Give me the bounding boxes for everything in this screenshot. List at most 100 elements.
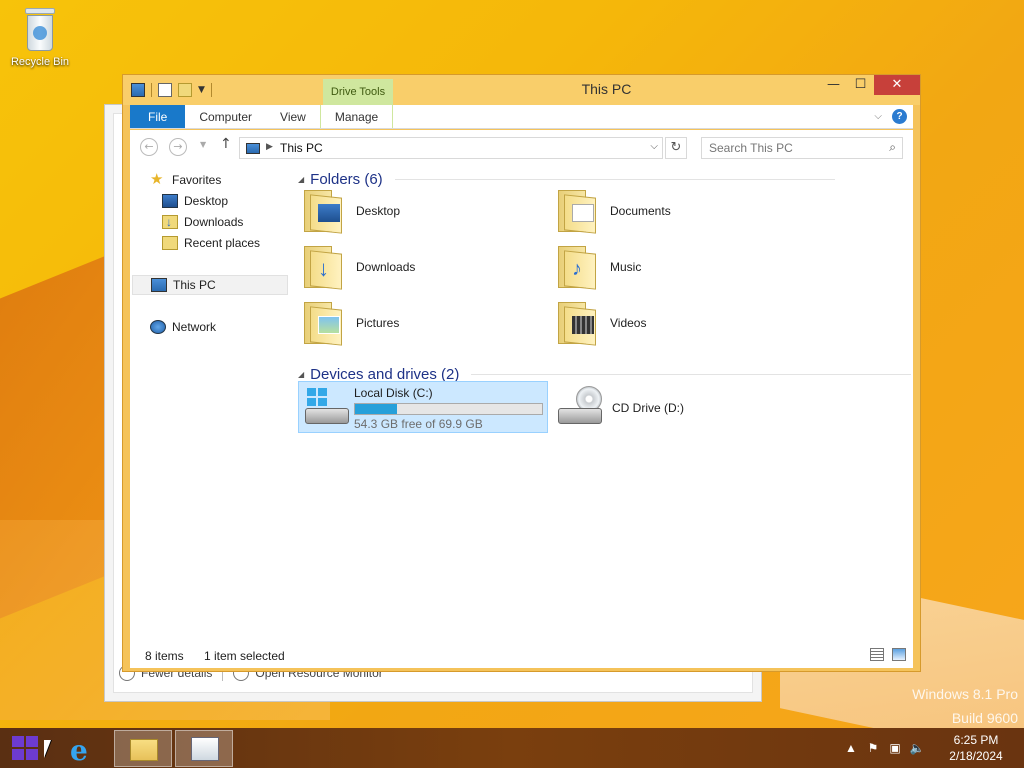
drive-free-space: 54.3 GB free of 69.9 GB: [354, 417, 483, 431]
collapse-icon[interactable]: ◢: [298, 370, 304, 379]
pictures-folder-icon: [304, 300, 344, 346]
desktop-folder-icon: [304, 188, 344, 234]
folder-label: Downloads: [356, 260, 416, 274]
recycle-bin-shortcut[interactable]: Recycle Bin: [6, 6, 74, 68]
action-center-flag-icon[interactable]: ⚑: [862, 741, 884, 755]
cd-drive-icon: [556, 386, 604, 430]
collapse-icon[interactable]: ◢: [298, 175, 304, 184]
item-count: 8 items: [145, 649, 184, 663]
up-button[interactable]: ↑: [220, 136, 232, 152]
sidebar-item-label: Favorites: [172, 173, 222, 187]
clock[interactable]: 6:25 PM 2/18/2024: [928, 732, 1024, 764]
folder-label: Desktop: [356, 204, 401, 218]
network-status-icon[interactable]: ▣: [884, 741, 906, 755]
details-view-icon[interactable]: [870, 648, 884, 661]
mouse-cursor-icon: [44, 740, 51, 758]
ribbon-right-controls: ⌵ ?: [874, 109, 907, 124]
search-icon[interactable]: ⌕: [889, 140, 896, 155]
title-bar[interactable]: ▼ Drive Tools This PC — ☐ ✕: [123, 75, 920, 105]
sidebar-item-recent-places[interactable]: Recent places: [162, 233, 260, 253]
sidebar-item-label: Desktop: [184, 194, 229, 208]
recent-places-icon: [162, 236, 178, 250]
window-title: This PC: [581, 81, 632, 97]
clock-time: 6:25 PM: [953, 733, 999, 747]
downloads-folder-icon: ↓: [304, 244, 344, 290]
file-list: ◢ Folders (6) Desktop Documents ↓ Downlo…: [290, 164, 913, 644]
drive-usage-bar: [354, 403, 543, 415]
navigation-bar: ← → ▼ ↑ ▶ This PC ⌵ ↻ ⌕: [130, 130, 913, 164]
folder-label: Pictures: [356, 316, 400, 330]
internet-explorer-icon: e: [70, 734, 88, 767]
start-button[interactable]: [0, 728, 50, 768]
task-manager-icon: [191, 737, 219, 761]
drive-usage-fill: [355, 404, 397, 414]
folders-group-header[interactable]: ◢ Folders (6): [298, 169, 835, 189]
window-controls: — ☐ ✕: [820, 75, 920, 95]
recent-locations-icon[interactable]: ▼: [200, 140, 206, 149]
tab-file[interactable]: File: [130, 105, 186, 128]
taskbar-task-manager[interactable]: [175, 730, 233, 767]
search-box[interactable]: ⌕: [701, 137, 903, 159]
group-title: Folders (6): [310, 170, 383, 188]
drive-cd-d[interactable]: CD Drive (D:): [556, 386, 684, 430]
sidebar-item-downloads[interactable]: Downloads: [162, 212, 243, 232]
group-title: Devices and drives (2): [310, 365, 460, 383]
help-icon[interactable]: ?: [892, 109, 907, 124]
clock-date: 2/18/2024: [949, 749, 1003, 763]
content-area: ★ Favorites Desktop Downloads Recent pla…: [130, 164, 913, 644]
sidebar-item-label: Downloads: [184, 215, 244, 229]
folder-downloads[interactable]: ↓ Downloads: [304, 244, 415, 290]
recycle-bin-label: Recycle Bin: [10, 56, 70, 68]
back-button[interactable]: ←: [140, 138, 158, 156]
taskbar: e ▲ ⚑ ▣ 🔈 6:25 PM 2/18/2024: [0, 728, 1024, 768]
minimize-button[interactable]: —: [820, 75, 847, 95]
sidebar-item-favorites[interactable]: ★ Favorites: [150, 170, 221, 190]
close-button[interactable]: ✕: [874, 75, 920, 95]
sidebar-item-label: Network: [172, 320, 217, 334]
local-disk-icon: [303, 388, 349, 428]
large-icons-view-icon[interactable]: [892, 648, 906, 661]
ribbon-tabs: File Computer View Manage ⌵ ?: [130, 105, 913, 129]
tab-view[interactable]: View: [266, 105, 320, 128]
maximize-button[interactable]: ☐: [847, 75, 874, 95]
address-dropdown-icon[interactable]: ⌵: [650, 141, 658, 152]
system-tray: ▲ ⚑ ▣ 🔈 6:25 PM 2/18/2024: [840, 728, 1024, 768]
folder-documents[interactable]: Documents: [558, 188, 671, 234]
folder-pictures[interactable]: Pictures: [304, 300, 399, 346]
downloads-icon: [162, 212, 178, 232]
expand-ribbon-icon[interactable]: ⌵: [874, 111, 882, 122]
breadcrumb-arrow-icon[interactable]: ▶: [266, 141, 273, 152]
navigation-pane: ★ Favorites Desktop Downloads Recent pla…: [130, 164, 290, 644]
taskbar-internet-explorer[interactable]: e: [54, 730, 112, 767]
selection-count: 1 item selected: [204, 649, 285, 663]
documents-folder-icon: [558, 188, 598, 234]
desktop-icon: [162, 194, 178, 208]
search-input[interactable]: [709, 141, 874, 155]
address-path[interactable]: This PC: [280, 141, 323, 155]
sidebar-item-network[interactable]: Network: [150, 317, 216, 337]
drive-label: Local Disk (C:): [354, 386, 433, 400]
sidebar-item-this-pc[interactable]: This PC: [132, 275, 288, 295]
videos-folder-icon: [558, 300, 598, 346]
divider: [471, 373, 912, 375]
drive-label: CD Drive (D:): [612, 401, 684, 415]
tab-computer[interactable]: Computer: [185, 105, 266, 128]
forward-button[interactable]: →: [169, 138, 187, 156]
refresh-button[interactable]: ↻: [665, 137, 687, 159]
taskbar-file-explorer[interactable]: [114, 730, 172, 767]
sidebar-item-label: Recent places: [184, 236, 261, 250]
tab-manage[interactable]: Manage: [319, 105, 394, 128]
star-icon: ★: [150, 171, 164, 188]
folder-music[interactable]: ♪ Music: [558, 244, 641, 290]
volume-muted-icon[interactable]: 🔈: [906, 741, 928, 755]
address-bar[interactable]: ▶ This PC ⌵: [239, 137, 663, 159]
folder-desktop[interactable]: Desktop: [304, 188, 400, 234]
drive-local-disk-c[interactable]: Local Disk (C:) 54.3 GB free of 69.9 GB: [298, 381, 548, 433]
sidebar-item-label: This PC: [173, 278, 216, 292]
file-explorer-window[interactable]: ▼ Drive Tools This PC — ☐ ✕ File Compute…: [122, 74, 921, 672]
folder-videos[interactable]: Videos: [558, 300, 646, 346]
divider: [394, 178, 835, 180]
sidebar-item-desktop[interactable]: Desktop: [162, 191, 228, 211]
show-hidden-icons-icon[interactable]: ▲: [840, 741, 862, 755]
music-folder-icon: ♪: [558, 244, 598, 290]
